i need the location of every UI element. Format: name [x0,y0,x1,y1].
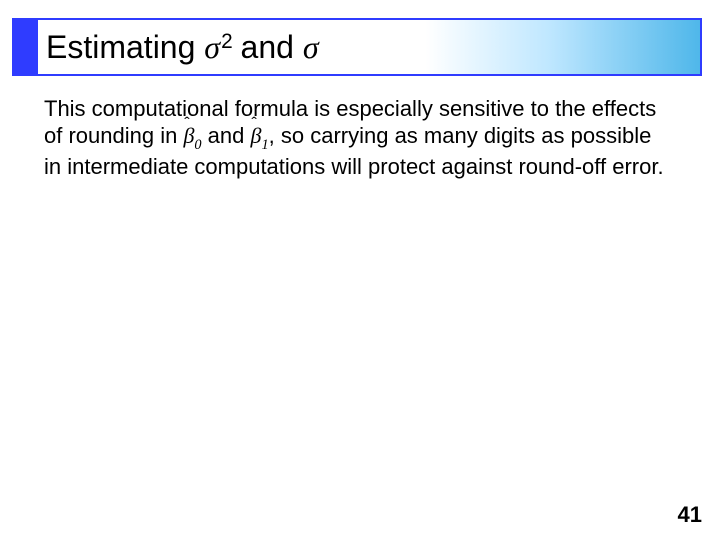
page-title: Estimating σ2 and σ [46,28,319,66]
title-prefix: Estimating [46,29,204,65]
hat-icon: ˆ [251,114,257,134]
title-bar: Estimating σ2 and σ [12,18,702,76]
beta0-symbol: ˆβ0 [183,123,201,154]
body-paragraph: This computational formula is especially… [44,96,664,180]
beta1-symbol: ˆβ1 [251,123,269,154]
body-text-2: and [202,123,251,148]
page-number: 41 [678,502,702,528]
sigma-symbol-2: σ [303,29,319,65]
beta0-sub: 0 [194,137,201,153]
sigma-symbol: σ [204,29,220,65]
hat-icon: ˆ [184,114,190,134]
beta1-sub: 1 [261,137,268,153]
sigma-exponent: 2 [221,30,233,53]
title-mid: and [232,29,303,65]
title-accent [14,20,38,74]
